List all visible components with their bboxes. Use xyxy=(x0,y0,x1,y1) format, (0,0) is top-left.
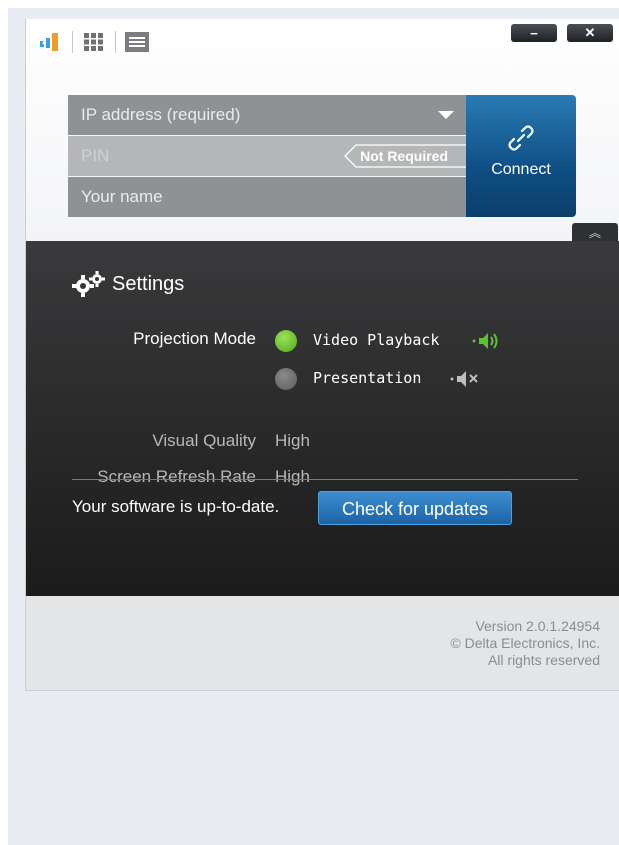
double-chevron-up-icon: ︽ xyxy=(588,225,601,240)
settings-header: Settings xyxy=(72,271,184,297)
pin-field[interactable]: PIN Not Required xyxy=(68,136,470,176)
update-status-text: Your software is up-to-date. xyxy=(72,497,280,516)
connect-form: IP address (required) PIN Not Required Y… xyxy=(68,95,470,217)
copyright-text: © Delta Electronics, Inc. xyxy=(450,635,600,651)
dropdown-arrow-icon[interactable] xyxy=(438,111,454,119)
minimize-button[interactable]: − xyxy=(511,24,557,42)
settings-divider xyxy=(72,479,578,480)
connect-button[interactable]: Connect xyxy=(466,95,576,217)
not-required-badge: Not Required xyxy=(344,144,470,168)
visual-quality-value: High xyxy=(275,431,310,450)
screen-refresh-rate-value: High xyxy=(275,467,310,486)
link-icon xyxy=(508,125,534,151)
minimize-icon: − xyxy=(530,25,538,41)
not-required-label: Not Required xyxy=(360,148,448,164)
projection-mode-label: Projection Mode xyxy=(133,329,256,348)
your-name-placeholder: Your name xyxy=(81,187,163,206)
list-icon[interactable] xyxy=(122,27,152,57)
app-window: − ✕ IP address (required) PIN Not Requir… xyxy=(25,19,619,691)
toolbar-divider xyxy=(72,31,73,53)
connect-area: − ✕ IP address (required) PIN Not Requir… xyxy=(26,19,619,241)
your-name-field[interactable]: Your name xyxy=(68,177,466,217)
check-for-updates-button[interactable]: Check for updates xyxy=(318,491,512,525)
close-icon: ✕ xyxy=(584,25,596,40)
grid-icon[interactable] xyxy=(79,27,109,57)
gears-icon xyxy=(72,271,105,297)
settings-title: Settings xyxy=(112,272,185,295)
ip-address-field[interactable]: IP address (required) xyxy=(68,95,466,135)
video-playback-radio[interactable] xyxy=(275,330,297,352)
close-button[interactable]: ✕ xyxy=(567,24,613,42)
screen-refresh-rate-label: Screen Refresh Rate xyxy=(97,467,256,486)
version-text: Version 2.0.1.24954 xyxy=(475,618,600,634)
settings-panel: Settings Projection Mode Video Playback … xyxy=(26,241,619,596)
signal-bars-icon[interactable] xyxy=(36,27,66,57)
visual-quality-label: Visual Quality xyxy=(152,431,256,450)
presentation-label[interactable]: Presentation xyxy=(313,369,421,387)
connect-label: Connect xyxy=(491,161,551,178)
ip-address-placeholder: IP address (required) xyxy=(81,105,241,124)
video-playback-label[interactable]: Video Playback xyxy=(313,331,439,349)
presentation-radio[interactable] xyxy=(275,368,297,390)
footer: Version 2.0.1.24954 © Delta Electronics,… xyxy=(26,596,619,690)
pin-placeholder: PIN xyxy=(81,146,110,165)
speaker-on-icon xyxy=(472,333,498,349)
speaker-muted-icon xyxy=(450,371,478,387)
toolbar xyxy=(36,27,152,57)
rights-text: All rights reserved xyxy=(487,652,600,668)
collapse-settings-button[interactable]: ︽ xyxy=(572,223,618,241)
toolbar-divider xyxy=(115,31,116,53)
